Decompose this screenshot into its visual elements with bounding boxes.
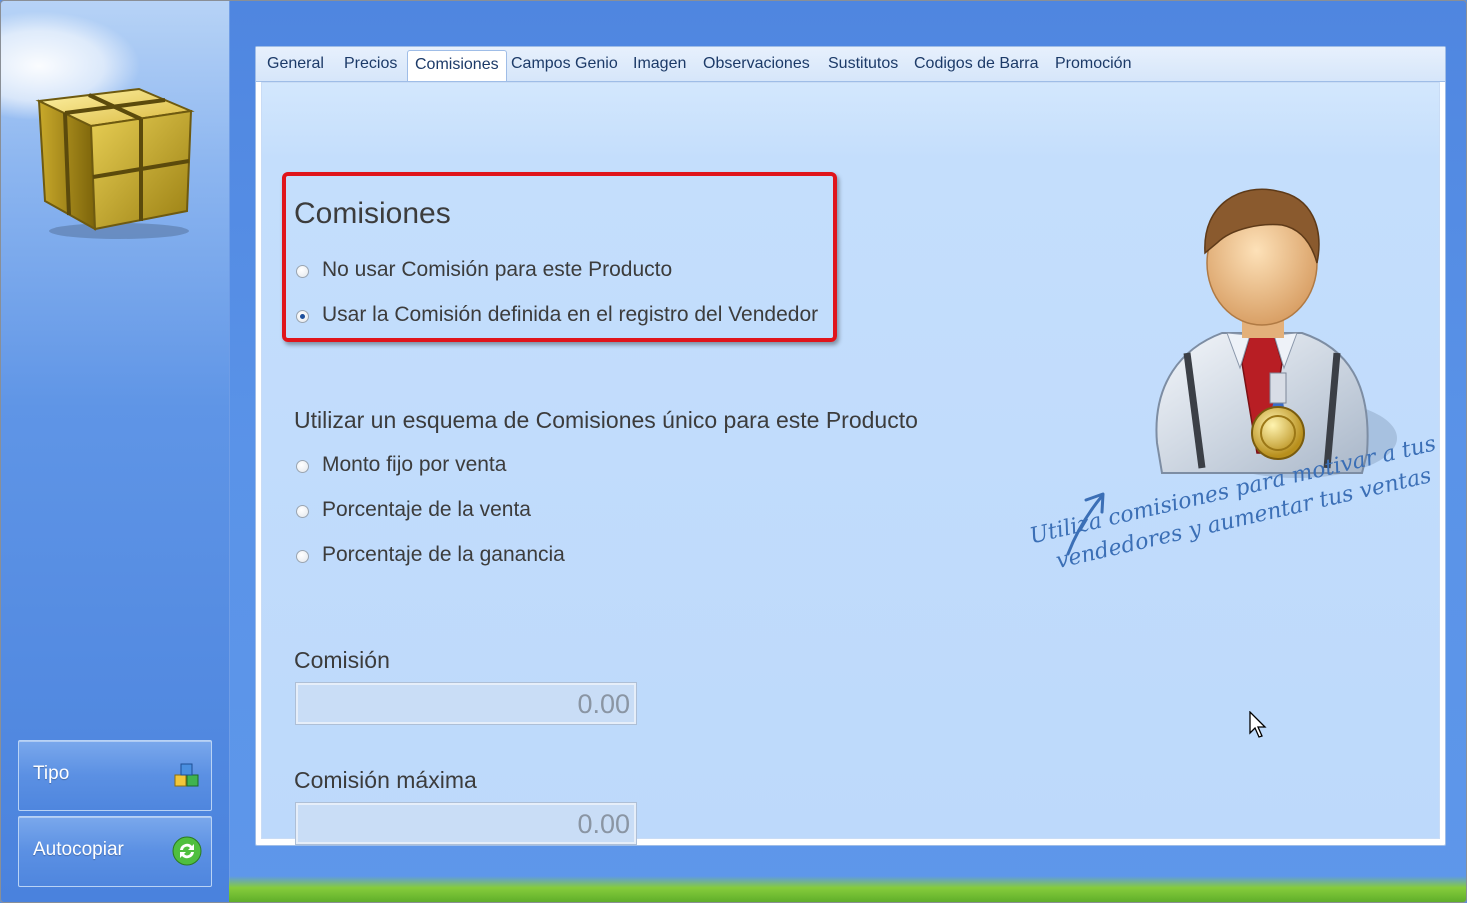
scheme-title: Utilizar un esquema de Comisiones único … xyxy=(294,407,918,433)
radio-porcentaje-ganancia[interactable] xyxy=(296,550,309,563)
comision-input[interactable]: 0.00 xyxy=(295,682,637,725)
tab-codigos-de-barra[interactable]: Codigos de Barra xyxy=(914,55,1039,73)
tab-imagen[interactable]: Imagen xyxy=(633,55,686,73)
tab-sustitutos[interactable]: Sustitutos xyxy=(828,55,898,73)
comision-maxima-input[interactable]: 0.00 xyxy=(295,802,637,845)
comisiones-title: Comisiones xyxy=(294,197,451,230)
tab-general[interactable]: General xyxy=(267,55,324,73)
tab-promocion[interactable]: Promoción xyxy=(1055,55,1131,73)
tab-precios[interactable]: Precios xyxy=(344,55,397,73)
option-no-usar-comision-label: No usar Comisión para este Producto xyxy=(322,258,673,281)
radio-monto-fijo[interactable] xyxy=(296,460,309,473)
option-monto-fijo-label: Monto fijo por venta xyxy=(322,453,507,476)
app-window: Tipo Autocopiar General Precios Comision… xyxy=(0,0,1467,903)
radio-usar-comision-vendedor[interactable] xyxy=(296,310,309,323)
comision-maxima-label: Comisión máxima xyxy=(294,767,477,793)
tipo-button[interactable]: Tipo xyxy=(18,740,212,811)
grass-decoration xyxy=(229,876,1466,902)
sidebar: Tipo Autocopiar xyxy=(1,1,230,902)
option-porcentaje-ganancia-label: Porcentaje de la ganancia xyxy=(322,543,565,566)
tab-campos-genio[interactable]: Campos Genio xyxy=(511,55,618,73)
comision-label: Comisión xyxy=(294,647,390,673)
mouse-cursor-icon xyxy=(1249,711,1267,738)
tab-bar: General Precios Comisiones Campos Genio … xyxy=(256,47,1445,82)
tipo-button-label: Tipo xyxy=(33,763,70,784)
refresh-icon xyxy=(172,836,202,866)
tab-comisiones[interactable]: Comisiones xyxy=(407,50,507,81)
tab-observaciones[interactable]: Observaciones xyxy=(703,55,810,73)
radio-porcentaje-venta[interactable] xyxy=(296,505,309,518)
blocks-icon xyxy=(174,763,199,787)
option-porcentaje-venta-label: Porcentaje de la venta xyxy=(322,498,531,521)
autocopiar-button-label: Autocopiar xyxy=(33,839,124,860)
radio-no-usar-comision[interactable] xyxy=(296,265,309,278)
option-usar-comision-vendedor-label: Usar la Comisión definida en el registro… xyxy=(322,303,819,326)
gold-box-icon xyxy=(35,87,195,239)
autocopiar-button[interactable]: Autocopiar xyxy=(18,816,212,887)
